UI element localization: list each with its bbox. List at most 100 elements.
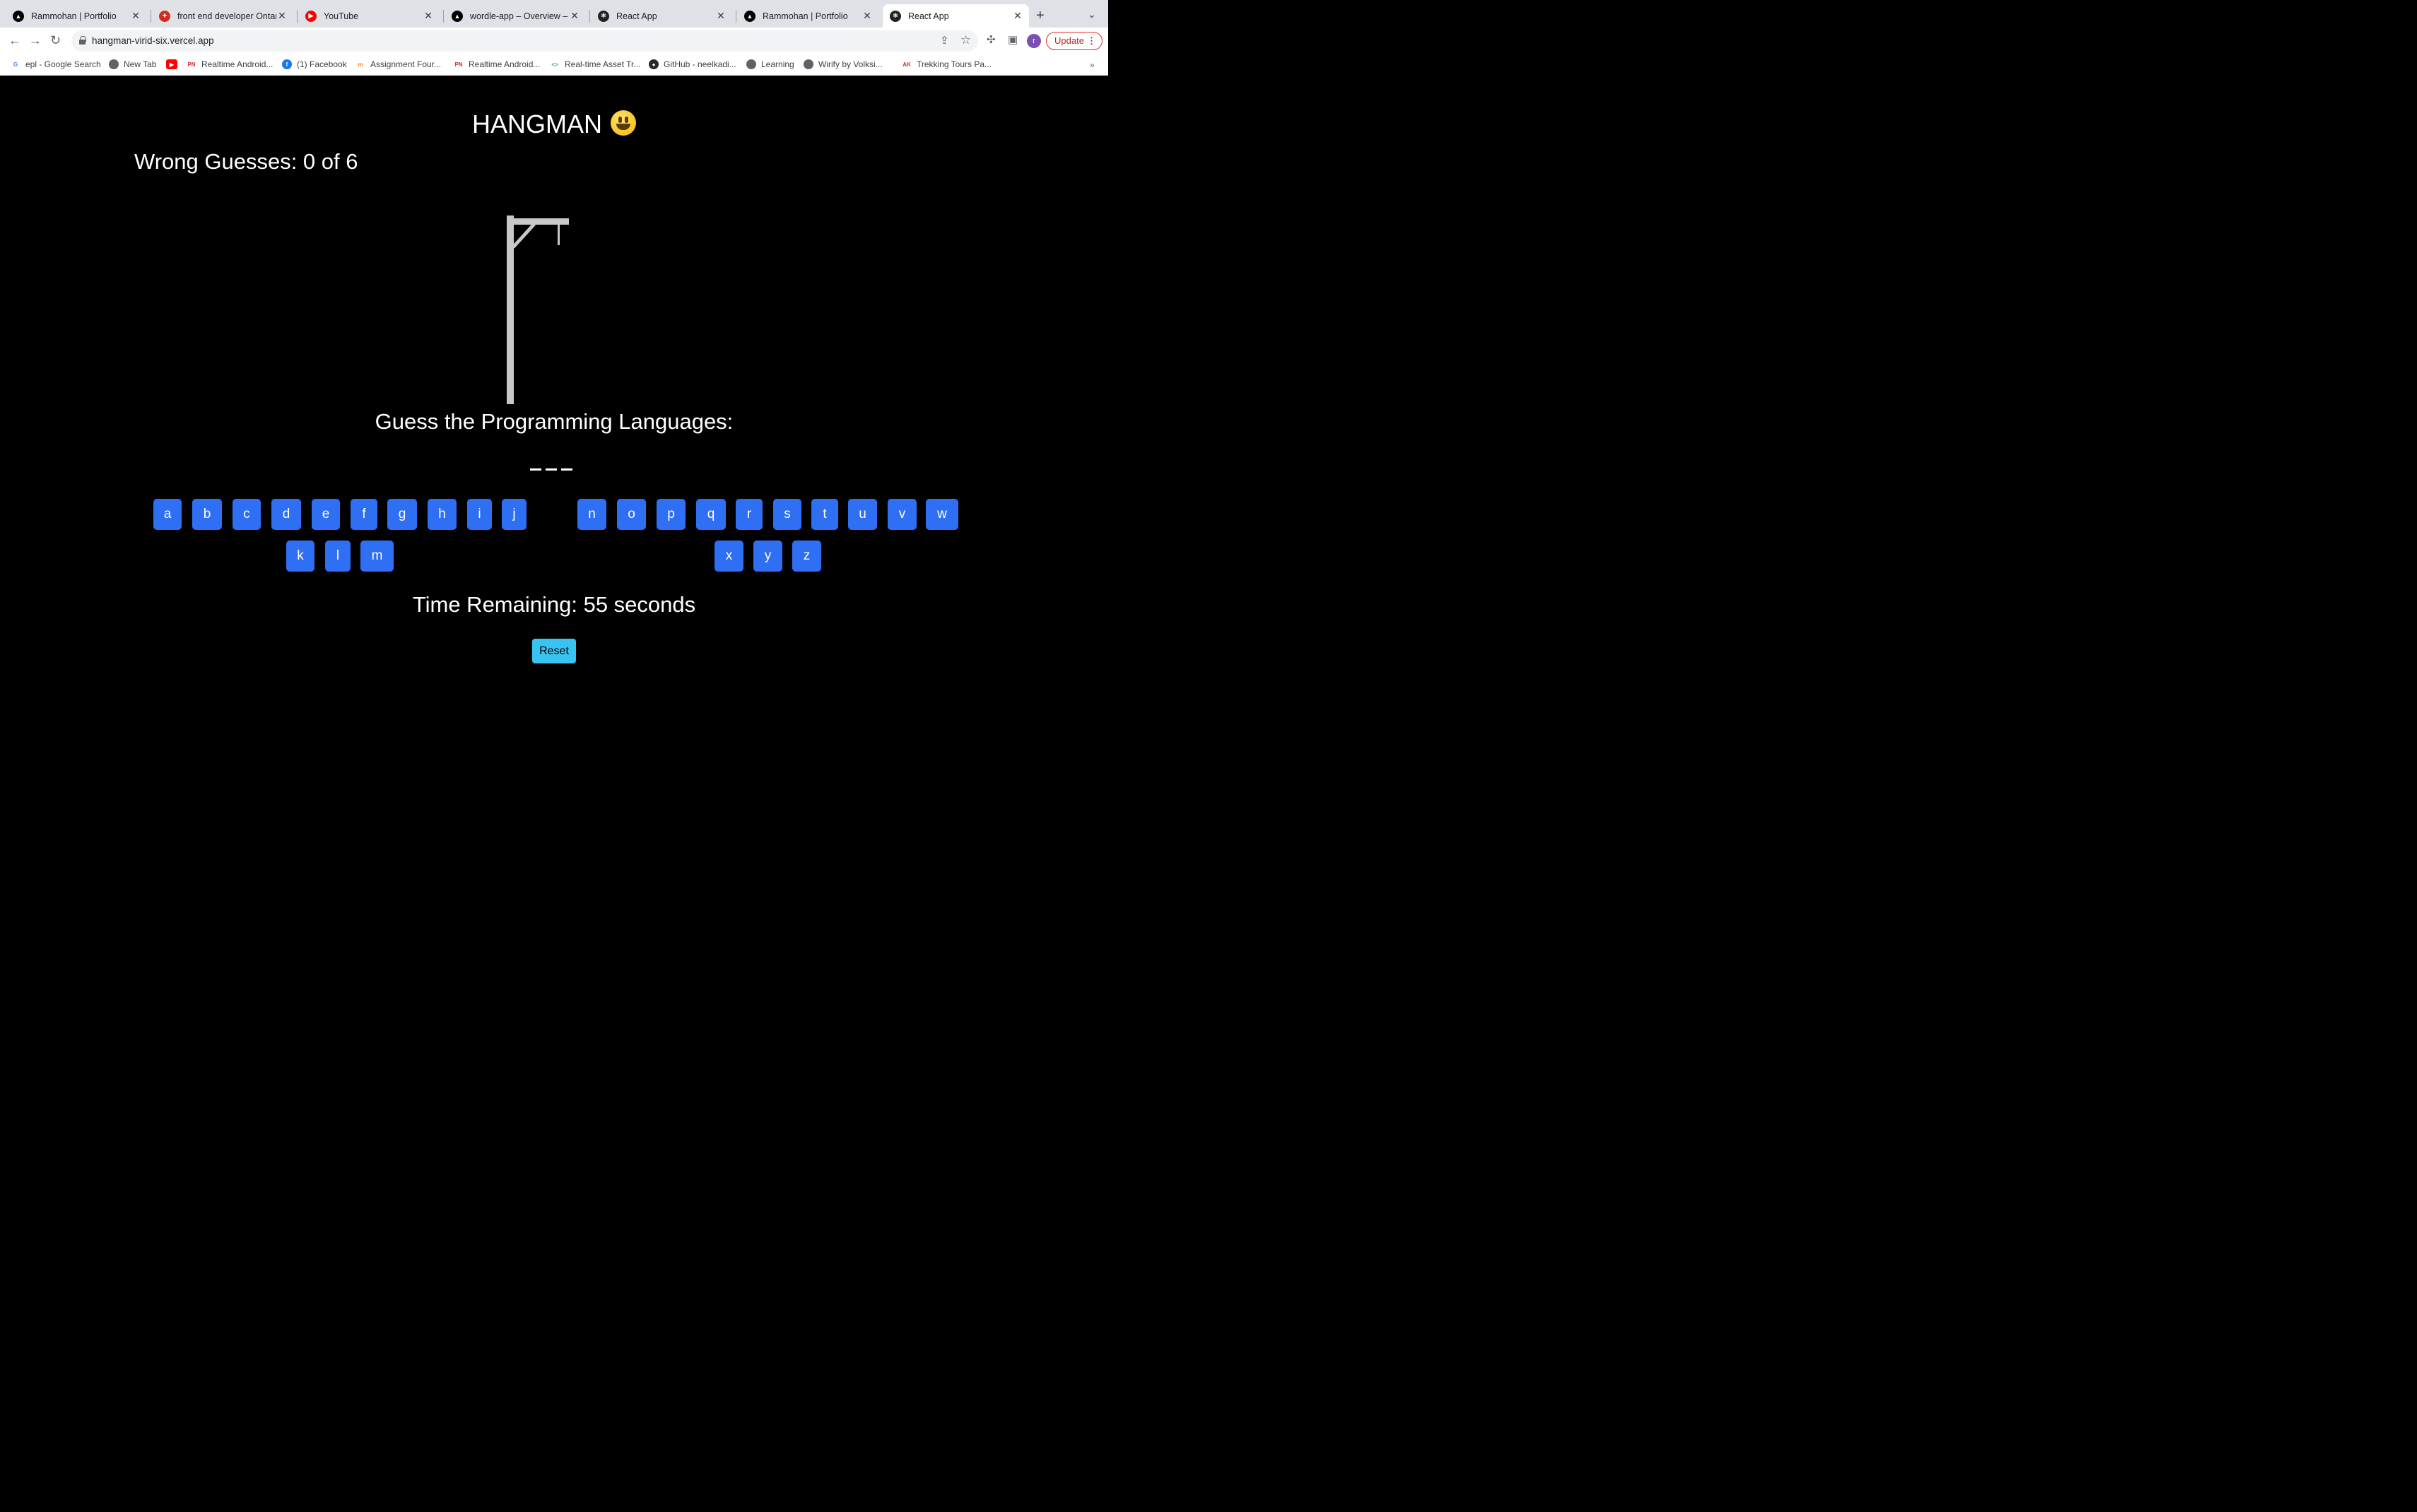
letter-blank	[530, 468, 541, 471]
tab-close-icon[interactable]: ✕	[130, 10, 141, 22]
tab-title: front end developer Ontario	[177, 11, 276, 21]
side-panel-icon[interactable]: ▣	[1008, 34, 1018, 47]
new-tab-icon[interactable]: +	[1036, 8, 1045, 23]
letter-key-d[interactable]: d	[271, 499, 301, 530]
bookmark-item[interactable]: <> Real-time Asset Tr...	[550, 59, 640, 69]
letter-key-q[interactable]: q	[696, 499, 726, 530]
gallows-drawing	[507, 215, 569, 404]
extensions-icon[interactable]: ✣	[987, 34, 996, 47]
browser-tab[interactable]: ▲ Rammohan | Portfolio ✕	[737, 4, 878, 28]
moodle-icon: m	[355, 59, 365, 69]
browser-tab[interactable]: ✦ front end developer Ontario ✕	[152, 4, 293, 28]
bookmark-item[interactable]: f (1) Facebook	[282, 59, 347, 69]
browser-tab[interactable]: ▶ YouTube ✕	[298, 4, 440, 28]
letter-key-g[interactable]: g	[387, 499, 417, 530]
letter-key-s[interactable]: s	[773, 499, 801, 530]
bookmark-item[interactable]: New Tab	[109, 59, 156, 69]
guess-prompt: Guess the Programming Languages:	[375, 409, 734, 434]
update-button[interactable]: Update ⋮	[1046, 32, 1102, 50]
tab-search-icon[interactable]: ⌄	[1088, 8, 1096, 20]
letter-key-y[interactable]: y	[753, 541, 782, 572]
reset-button[interactable]: Reset	[532, 639, 576, 663]
bookmark-label: Learning	[761, 59, 794, 69]
letter-key-n[interactable]: n	[577, 499, 606, 530]
bookmark-item[interactable]: ▶	[166, 59, 182, 69]
wrong-guesses-counter: Wrong Guesses: 0 of 6	[134, 149, 358, 174]
lock-icon[interactable]	[79, 36, 86, 45]
letter-key-o[interactable]: o	[617, 499, 646, 530]
letter-key-w[interactable]: w	[926, 499, 958, 530]
letter-key-h[interactable]: h	[428, 499, 457, 530]
vercel-icon: ▲	[452, 10, 463, 22]
bookmark-item[interactable]: PN Realtime Android...	[187, 59, 273, 69]
grinning-face-icon	[611, 110, 637, 136]
tab-close-icon[interactable]: ✕	[861, 10, 873, 22]
bookmarks-overflow-button[interactable]: »	[1090, 60, 1095, 70]
tab-title: React App	[616, 11, 657, 21]
tab-close-icon[interactable]: ✕	[1012, 10, 1023, 22]
browser-tab[interactable]: ▲ Rammohan | Portfolio ✕	[6, 4, 147, 28]
letter-key-x[interactable]: x	[714, 541, 743, 572]
letter-key-e[interactable]: e	[312, 499, 340, 530]
bookmarks-bar: » Gepl - Google Search New Tab ▶ PN Realtime…	[0, 54, 1108, 76]
letter-key-k[interactable]: k	[286, 541, 314, 572]
reload-icon[interactable]: ↻	[50, 33, 61, 47]
address-bar[interactable]: hangman-virid-six.vercel.app ⇪ ☆	[71, 30, 978, 52]
letter-key-m[interactable]: m	[360, 541, 394, 572]
tab-title: React App	[908, 11, 949, 21]
pn-icon: PN	[454, 59, 464, 69]
browser-tab[interactable]: ⚛ React App ✕	[883, 4, 1029, 28]
letter-key-v[interactable]: v	[888, 499, 917, 530]
letter-key-c[interactable]: c	[233, 499, 261, 530]
letter-key-r[interactable]: r	[736, 499, 763, 530]
bookmark-item[interactable]: Gepl - Google Search	[11, 59, 101, 69]
letter-key-j[interactable]: j	[502, 499, 527, 530]
bookmark-item[interactable]: Learning	[746, 59, 794, 69]
tab-close-icon[interactable]: ✕	[276, 10, 288, 22]
bookmark-star-icon[interactable]: ☆	[960, 34, 971, 47]
forward-icon[interactable]: →	[29, 33, 42, 47]
bookmark-item[interactable]: PN Realtime Android...	[454, 59, 540, 69]
letter-key-t[interactable]: t	[811, 499, 838, 530]
bookmark-label: GitHub - neelkadi...	[664, 59, 736, 69]
letter-key-l[interactable]: l	[325, 541, 351, 572]
pn-icon: PN	[187, 59, 196, 69]
letter-key-u[interactable]: u	[848, 499, 877, 530]
react-icon: ⚛	[890, 10, 901, 22]
share-icon[interactable]: ⇪	[940, 35, 949, 47]
letter-key-z[interactable]: z	[792, 541, 821, 572]
youtube-icon: ▶	[166, 59, 177, 69]
vercel-icon: ▲	[13, 10, 24, 22]
tab-title: Rammohan | Portfolio	[763, 11, 848, 21]
bookmark-item[interactable]: m Assignment Four...	[355, 59, 441, 69]
game-title-text: HANGMAN	[471, 110, 602, 138]
globe-icon	[804, 59, 813, 69]
browser-tab[interactable]: ▲ wordle-app – Overview – Vercel✕	[445, 4, 586, 28]
tab-separator	[297, 10, 298, 23]
letter-key-b[interactable]: b	[192, 499, 222, 530]
gallows-pole	[507, 215, 514, 404]
globe-icon	[746, 59, 756, 69]
browser-tab[interactable]: ⚛ React App ✕	[591, 4, 732, 28]
back-icon[interactable]: ←	[8, 33, 21, 47]
bookmark-label: New Tab	[124, 59, 157, 69]
tab-close-icon[interactable]: ✕	[423, 10, 434, 22]
letter-key-f[interactable]: f	[351, 499, 377, 530]
bookmark-item[interactable]: AK Trekking Tours Pa...	[902, 59, 992, 69]
letter-key-i[interactable]: i	[467, 499, 492, 530]
time-remaining: Time Remaining: 55 seconds	[412, 592, 696, 617]
gallows-rope	[558, 224, 560, 245]
bookmark-item[interactable]: Wirify by Volksi...	[804, 59, 883, 69]
bookmark-item[interactable]: ● GitHub - neelkadi...	[649, 59, 736, 69]
youtube-icon: ▶	[305, 10, 317, 22]
tab-title: Rammohan | Portfolio	[31, 11, 117, 21]
tab-close-icon[interactable]: ✕	[569, 10, 580, 22]
tab-close-icon[interactable]: ✕	[715, 10, 727, 22]
url-text[interactable]: hangman-virid-six.vercel.app	[92, 35, 214, 46]
profile-avatar[interactable]: r	[1027, 34, 1041, 48]
bookmark-label: Assignment Four...	[370, 59, 442, 69]
react-icon: ⚛	[598, 10, 609, 22]
update-label: Update	[1054, 35, 1084, 46]
letter-key-a[interactable]: a	[153, 499, 182, 530]
letter-key-p[interactable]: p	[657, 499, 686, 530]
